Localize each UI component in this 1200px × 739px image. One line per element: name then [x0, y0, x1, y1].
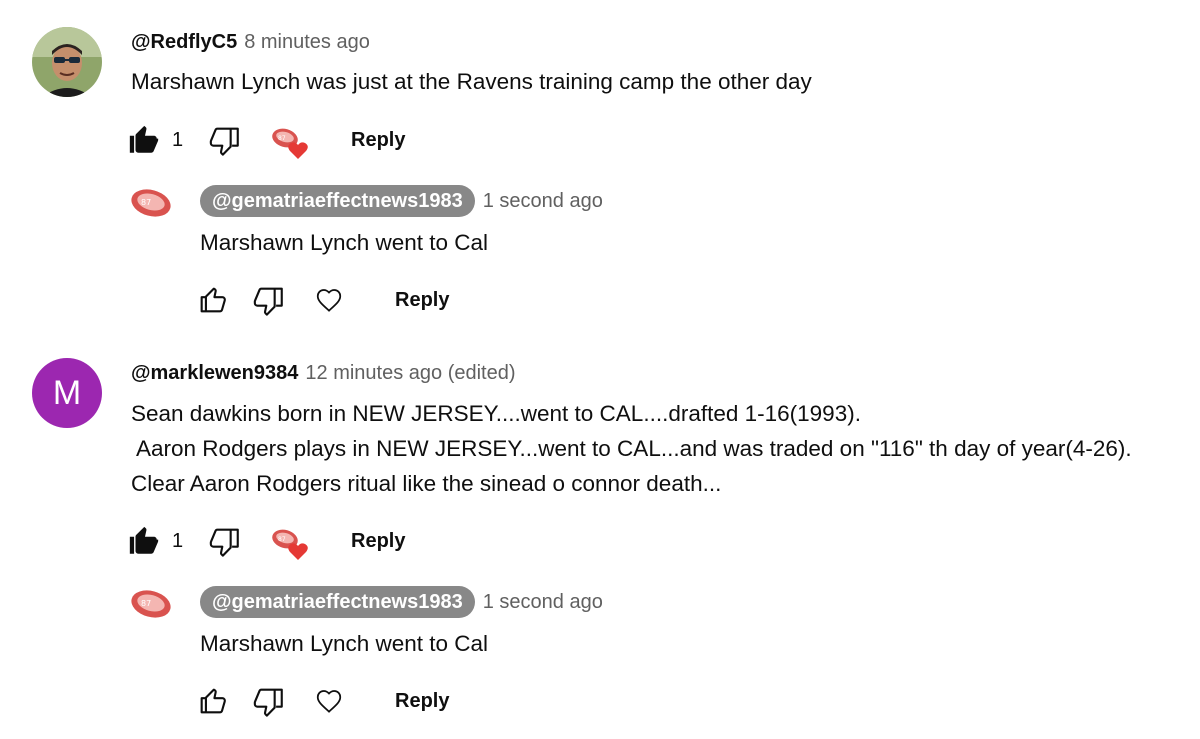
comment-author[interactable]: @RedflyC5 [131, 31, 237, 54]
comment-text-line-2: Aaron Rodgers plays in NEW JERSEY...went… [131, 436, 1132, 461]
like-count: 1 [172, 530, 184, 552]
comment-text-line-3: Clear Aaron Rodgers ritual like the sine… [131, 471, 722, 496]
thumbs-up-icon [200, 287, 226, 313]
avatar-letter: M [52, 373, 82, 412]
reply-text: Marshawn Lynch went to Cal [200, 631, 489, 656]
thumbs-up-filled-icon [129, 526, 159, 554]
avatar-marklewen9384[interactable]: M [32, 358, 102, 428]
reply-author-badge[interactable]: @gematriaeffectnews1983 [200, 586, 475, 618]
avatar-redflyc5[interactable] [32, 27, 102, 97]
heart-outline-icon [316, 690, 342, 713]
thumbs-down-icon [209, 528, 239, 557]
like-button[interactable] [127, 123, 161, 157]
dislike-button[interactable] [208, 524, 242, 558]
user-photo-icon [32, 27, 102, 97]
reply-text: Marshawn Lynch went to Cal [200, 230, 489, 255]
svg-text:87: 87 [278, 536, 286, 543]
reply-author-badge[interactable]: @gematriaeffectnews1983 [200, 185, 475, 217]
thumbs-up-icon [200, 688, 226, 714]
comment-text-line-1: Sean dawkins born in NEW JERSEY....went … [131, 401, 861, 426]
comment-timestamp[interactable]: 8 minutes ago [244, 31, 370, 54]
svg-text:87: 87 [141, 599, 151, 608]
reply-like-button[interactable] [196, 684, 230, 718]
reply-button[interactable]: Reply [351, 530, 405, 553]
reply-avatar[interactable]: 87 [129, 183, 173, 227]
comment-timestamp[interactable]: 12 minutes ago (edited) [305, 362, 515, 385]
heart-outline-icon [316, 289, 342, 312]
reply-heart-button[interactable] [314, 285, 344, 315]
reply-dislike-button[interactable] [252, 684, 286, 718]
creator-heart-button[interactable]: 87 [270, 524, 310, 562]
channel-logo-icon: 87 [131, 189, 171, 217]
reply-reply-button[interactable]: Reply [395, 289, 449, 312]
thumbs-down-icon [253, 688, 283, 717]
reply-header: @gematriaeffectnews1983 1 second ago [200, 185, 603, 217]
comments-section: @RedflyC5 8 minutes ago Marshawn Lynch w… [0, 0, 1200, 739]
channel-logo-icon: 87 [131, 590, 171, 618]
reply-heart-button[interactable] [314, 686, 344, 716]
thumbs-down-icon [209, 127, 239, 156]
like-count: 1 [172, 129, 184, 151]
creator-heart-button[interactable]: 87 [270, 123, 310, 161]
thumbs-up-filled-icon [129, 125, 159, 153]
reply-timestamp[interactable]: 1 second ago [483, 190, 603, 213]
reply-button[interactable]: Reply [351, 129, 405, 152]
comment-text: Marshawn Lynch was just at the Ravens tr… [131, 69, 812, 94]
reply-dislike-button[interactable] [252, 283, 286, 317]
svg-text:87: 87 [278, 135, 286, 142]
creator-heart-icon: 87 [272, 128, 308, 159]
reply-reply-button[interactable]: Reply [395, 690, 449, 713]
comment-header: @marklewen9384 12 minutes ago (edited) [131, 362, 516, 385]
like-button[interactable] [127, 524, 161, 558]
dislike-button[interactable] [208, 123, 242, 157]
reply-avatar[interactable]: 87 [129, 584, 173, 628]
svg-text:87: 87 [141, 198, 151, 207]
reply-like-button[interactable] [196, 283, 230, 317]
reply-timestamp[interactable]: 1 second ago [483, 591, 603, 614]
reply-header: @gematriaeffectnews1983 1 second ago [200, 586, 603, 618]
creator-heart-icon: 87 [272, 529, 308, 560]
comment-header: @RedflyC5 8 minutes ago [131, 31, 370, 54]
thumbs-down-icon [253, 287, 283, 316]
comment-author[interactable]: @marklewen9384 [131, 362, 298, 385]
